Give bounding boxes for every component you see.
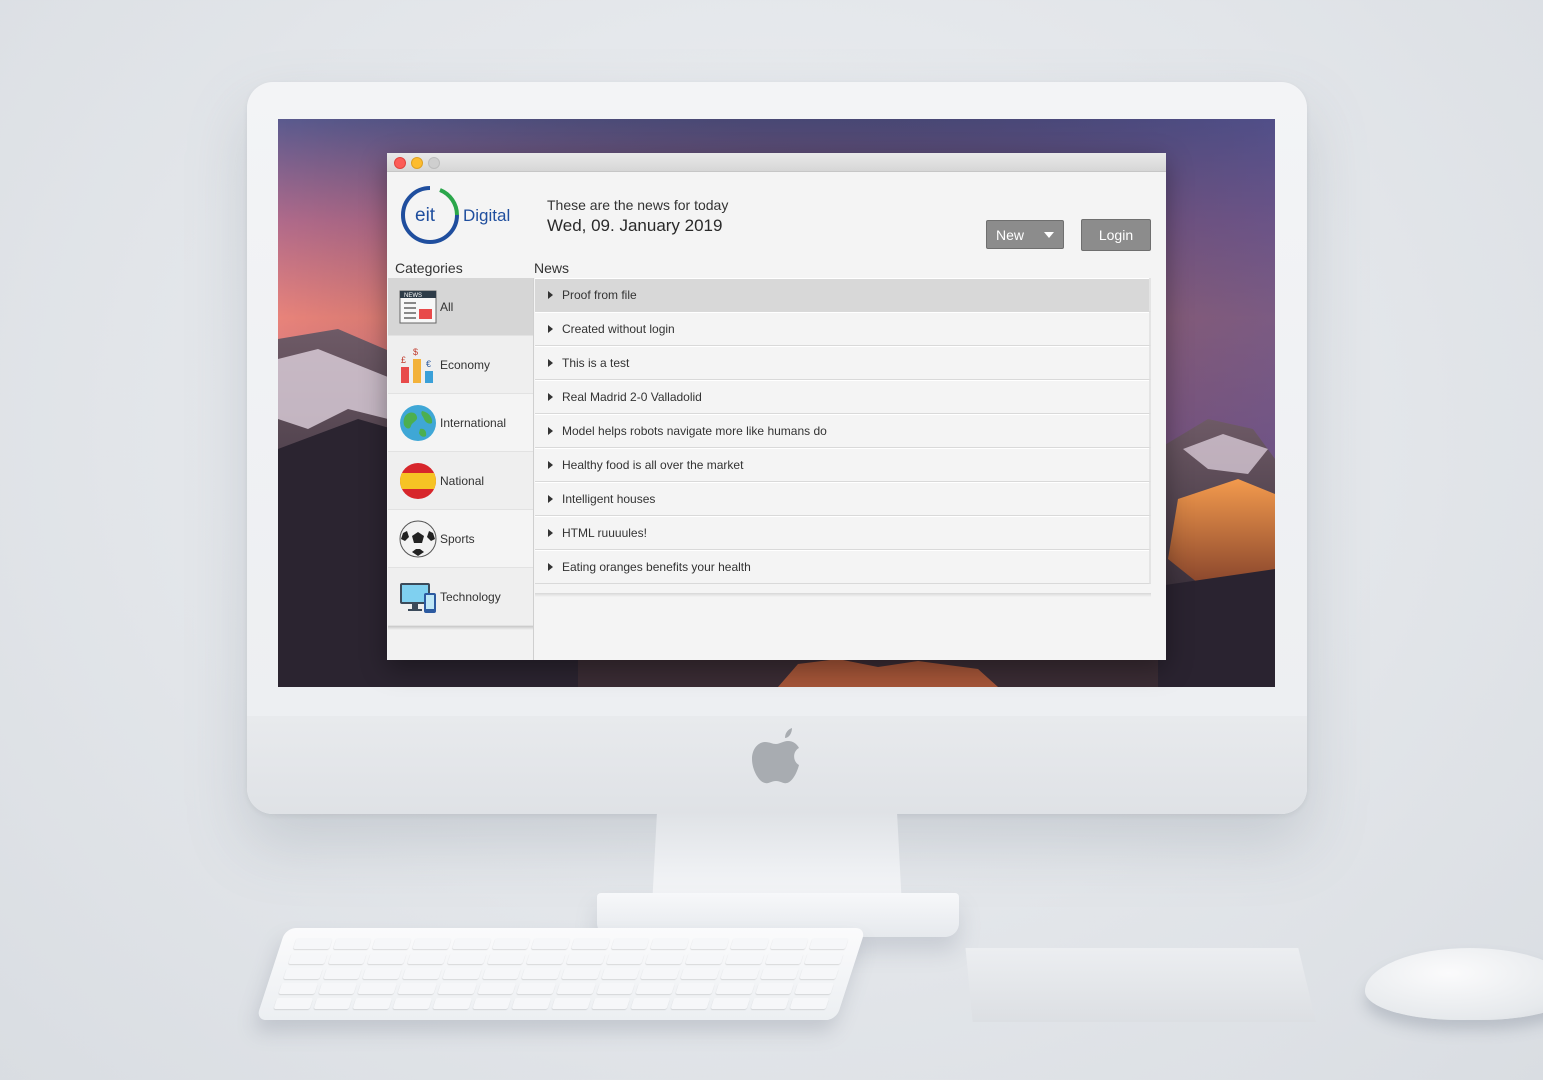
- news-title: Proof from file: [562, 287, 637, 302]
- category-item-all[interactable]: NEWS All: [388, 278, 533, 336]
- new-button-label: New: [996, 226, 1025, 243]
- close-window-button[interactable]: [394, 157, 406, 169]
- newspaper-icon: NEWS: [399, 290, 437, 323]
- category-label: International: [440, 415, 507, 430]
- category-item-economy[interactable]: £ $ € Economy: [388, 336, 533, 394]
- news-title: Created without login: [562, 321, 675, 336]
- category-label: Sports: [440, 531, 475, 546]
- expand-arrow-icon[interactable]: [548, 290, 553, 299]
- category-label: All: [440, 299, 454, 314]
- expand-arrow-icon[interactable]: [548, 562, 553, 571]
- news-item[interactable]: Created without login: [535, 312, 1151, 346]
- expand-arrow-icon[interactable]: [548, 460, 553, 469]
- news-item[interactable]: This is a test: [535, 346, 1151, 380]
- news-title: Model helps robots navigate more like hu…: [562, 423, 827, 438]
- news-title: Intelligent houses: [562, 491, 656, 506]
- news-item[interactable]: HTML ruuuules!: [535, 516, 1151, 550]
- news-item[interactable]: Eating oranges benefits your health: [535, 550, 1151, 584]
- caret-down-icon: [1044, 232, 1054, 238]
- trackpad: [965, 948, 1316, 1022]
- svg-text:NEWS: NEWS: [404, 293, 422, 299]
- categories-sidebar: NEWS All £ $ € Economy International Nat…: [388, 278, 534, 660]
- category-item-sports[interactable]: Sports: [388, 510, 533, 568]
- window-titlebar[interactable]: [387, 153, 1166, 172]
- news-title: Eating oranges benefits your health: [562, 559, 751, 574]
- apple-logo-icon: [752, 728, 799, 784]
- svg-text:£: £: [401, 355, 406, 365]
- new-dropdown-button[interactable]: New: [986, 220, 1064, 249]
- category-label: Technology: [440, 589, 501, 604]
- news-title: Healthy food is all over the market: [562, 457, 744, 472]
- keyboard: [256, 928, 866, 1020]
- category-item-technology[interactable]: Technology: [388, 568, 533, 626]
- spain-flag-icon: [400, 462, 436, 499]
- svg-text:eit: eit: [415, 205, 436, 226]
- soccer-ball-icon: [399, 520, 437, 557]
- sidebar-list-shadow: [388, 626, 533, 630]
- news-title: HTML ruuuules!: [562, 525, 647, 540]
- expand-arrow-icon[interactable]: [548, 528, 553, 537]
- expand-arrow-icon[interactable]: [548, 392, 553, 401]
- category-item-international[interactable]: International: [388, 394, 533, 452]
- svg-text:€: €: [426, 359, 431, 369]
- news-title: Real Madrid 2-0 Valladolid: [562, 389, 702, 404]
- category-label: Economy: [440, 357, 491, 372]
- login-button[interactable]: Login: [1081, 219, 1151, 251]
- expand-arrow-icon[interactable]: [548, 494, 553, 503]
- devices-icon: [400, 582, 436, 613]
- category-item-national[interactable]: National: [388, 452, 533, 510]
- news-list: Proof from file Created without login Th…: [535, 278, 1151, 584]
- news-item[interactable]: Real Madrid 2-0 Valladolid: [535, 380, 1151, 414]
- news-app-window: eit Digital These are the news for today…: [387, 153, 1166, 660]
- svg-text:$: $: [413, 347, 418, 357]
- currency-chart-icon: £ $ €: [401, 347, 433, 383]
- svg-text:Digital: Digital: [463, 206, 510, 225]
- news-item[interactable]: Intelligent houses: [535, 482, 1151, 516]
- category-label: National: [440, 473, 485, 488]
- headline-text: These are the news for today: [547, 197, 729, 213]
- expand-arrow-icon[interactable]: [548, 358, 553, 367]
- expand-arrow-icon[interactable]: [548, 426, 553, 435]
- news-title: This is a test: [562, 355, 630, 370]
- minimize-window-button[interactable]: [411, 157, 423, 169]
- news-heading: News: [534, 260, 570, 276]
- date-text: Wed, 09. January 2019: [547, 216, 723, 235]
- eit-digital-logo: eit Digital: [401, 186, 510, 244]
- expand-arrow-icon[interactable]: [548, 324, 553, 333]
- news-item[interactable]: Healthy food is all over the market: [535, 448, 1151, 482]
- maximize-window-button[interactable]: [428, 157, 440, 169]
- news-item[interactable]: Proof from file: [535, 278, 1151, 312]
- categories-heading: Categories: [395, 260, 463, 276]
- globe-icon: [400, 404, 436, 441]
- magic-mouse: [1365, 948, 1543, 1020]
- news-list-shadow: [535, 593, 1151, 597]
- app-header: eit Digital These are the news for today…: [387, 172, 1166, 268]
- news-item[interactable]: Model helps robots navigate more like hu…: [535, 414, 1151, 448]
